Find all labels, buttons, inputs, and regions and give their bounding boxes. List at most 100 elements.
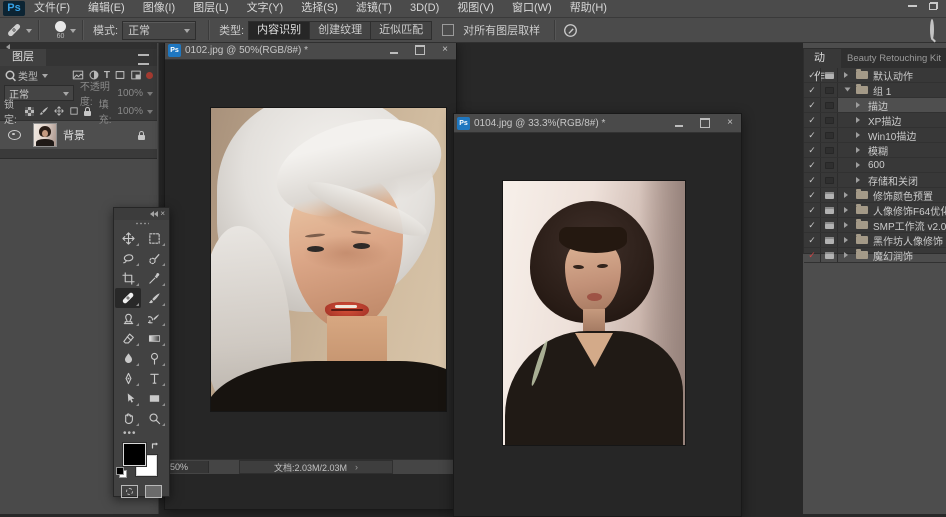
brush-tool-button[interactable]: [141, 288, 167, 308]
search-icon[interactable]: [930, 21, 934, 39]
filter-kind-label[interactable]: 类型: [18, 68, 38, 83]
lock-transparent-icon[interactable]: [25, 107, 34, 116]
expand-arrow-icon[interactable]: [844, 207, 851, 213]
expand-arrow-icon[interactable]: [844, 237, 851, 243]
collapse-panel-icon[interactable]: [147, 211, 154, 217]
tab-layers[interactable]: 图层: [0, 49, 46, 66]
filter-smart-object-icon[interactable]: [130, 69, 142, 81]
marquee-tool-button[interactable]: [141, 228, 167, 248]
doc1-minimize-icon[interactable]: [390, 52, 398, 54]
hand-tool-button[interactable]: [115, 408, 141, 428]
action-dialog-toggle[interactable]: [821, 218, 838, 232]
spot-healing-preset-icon[interactable]: [6, 22, 22, 38]
action-row-default-actions[interactable]: ✓ 默认动作: [804, 68, 946, 83]
tab-beauty-retouching-kit[interactable]: Beauty Retouching Kit: [841, 49, 946, 68]
foreground-color-swatch[interactable]: [123, 443, 146, 466]
action-dialog-toggle[interactable]: [821, 98, 838, 112]
screen-mode-button[interactable]: [145, 485, 162, 498]
expand-arrow-icon[interactable]: [844, 192, 851, 198]
path-selection-tool-button[interactable]: [115, 388, 141, 408]
expand-arrow-icon[interactable]: [856, 147, 863, 153]
action-row-stroke-selected[interactable]: ✓ 描边: [804, 98, 946, 113]
action-check[interactable]: ✓: [804, 188, 821, 202]
menu-filter[interactable]: 滤镜(T): [347, 0, 401, 17]
fill-value[interactable]: 100%: [117, 106, 143, 117]
proximity-match-button[interactable]: 近似匹配: [371, 21, 432, 40]
action-check[interactable]: ✓: [804, 98, 821, 112]
default-colors-icon[interactable]: [116, 467, 127, 478]
action-dialog-toggle[interactable]: [821, 68, 838, 82]
collapse-arrow-icon[interactable]: [845, 88, 851, 95]
drag-grip[interactable]: [114, 220, 169, 227]
menu-3d[interactable]: 3D(D): [401, 0, 448, 17]
clone-stamp-tool-button[interactable]: [115, 308, 141, 328]
menu-edit[interactable]: 编辑(E): [79, 0, 134, 17]
expand-arrow-icon[interactable]: [856, 117, 863, 123]
action-row-win10-stroke[interactable]: ✓ Win10描边: [804, 128, 946, 143]
doc2-minimize-icon[interactable]: [675, 125, 683, 127]
menu-layer[interactable]: 图层(L): [184, 0, 237, 17]
tools-panel-header[interactable]: ×: [114, 208, 169, 220]
doc1-title-bar[interactable]: Ps 0102.jpg @ 50%(RGB/8#) * ×: [165, 41, 456, 60]
action-check[interactable]: ✓: [804, 143, 821, 157]
mode-dropdown[interactable]: 正常: [122, 21, 196, 40]
filter-chevron-icon[interactable]: [42, 74, 48, 81]
action-row-group-1[interactable]: ✓ 组 1: [804, 83, 946, 98]
menu-file[interactable]: 文件(F): [25, 0, 79, 17]
layer-thumbnail[interactable]: [33, 123, 57, 147]
brush-picker-chevron-icon[interactable]: [70, 29, 76, 36]
menu-help[interactable]: 帮助(H): [561, 0, 616, 17]
expand-arrow-icon[interactable]: [844, 72, 851, 78]
swap-colors-icon[interactable]: [150, 441, 160, 451]
action-check[interactable]: ✓: [804, 248, 821, 262]
crop-tool-button[interactable]: [115, 268, 141, 288]
layer-name[interactable]: 背景: [63, 127, 85, 143]
tool-preset-chevron-icon[interactable]: [26, 29, 32, 36]
menu-window[interactable]: 窗口(W): [503, 0, 561, 17]
filter-toggle-icon[interactable]: [146, 72, 153, 79]
quick-mask-button[interactable]: [121, 485, 138, 498]
action-check[interactable]: ✓: [804, 158, 821, 172]
action-check[interactable]: ✓: [804, 113, 821, 127]
action-row-heizuofang-portrait[interactable]: ✓ 黑作坊人像修饰: [804, 233, 946, 248]
eyedropper-tool-button[interactable]: [141, 268, 167, 288]
app-restore-icon[interactable]: [929, 2, 938, 10]
doc1-info-arrow-icon[interactable]: ›: [355, 462, 358, 472]
action-row-smp-workflow[interactable]: ✓ SMP工作流 v2.0: [804, 218, 946, 233]
doc1-canvas-image[interactable]: [211, 108, 446, 411]
action-dialog-toggle[interactable]: [821, 248, 838, 262]
action-check[interactable]: ✓: [804, 218, 821, 232]
layer-row-background[interactable]: 背景: [0, 120, 157, 149]
lasso-tool-button[interactable]: [115, 248, 141, 268]
spot-healing-brush-tool-button[interactable]: [115, 288, 141, 308]
expand-arrow-icon[interactable]: [844, 222, 851, 228]
menu-image[interactable]: 图像(I): [134, 0, 184, 17]
action-row-retouch-color-presets[interactable]: ✓ 修饰颜色预置: [804, 188, 946, 203]
tab-actions[interactable]: 动作: [804, 49, 841, 68]
panel-menu-icon[interactable]: [138, 54, 149, 65]
action-row-blur[interactable]: ✓ 模糊: [804, 143, 946, 158]
shape-tool-button[interactable]: [141, 388, 167, 408]
action-row-save-and-close[interactable]: ✓ 存储和关闭: [804, 173, 946, 188]
doc1-zoom-field[interactable]: 50%: [165, 461, 209, 473]
move-tool-button[interactable]: [115, 228, 141, 248]
doc1-info-field[interactable]: 文档:2.03M/2.03M ›: [239, 460, 393, 474]
doc2-close-icon[interactable]: ×: [727, 118, 733, 128]
action-dialog-toggle[interactable]: [821, 173, 838, 187]
expand-arrow-icon[interactable]: [856, 162, 863, 168]
action-dialog-toggle[interactable]: [821, 233, 838, 247]
doc1-close-icon[interactable]: ×: [442, 45, 448, 55]
lock-artboard-icon[interactable]: [69, 106, 79, 116]
action-dialog-toggle[interactable]: [821, 158, 838, 172]
doc2-title-bar[interactable]: Ps 0104.jpg @ 33.3%(RGB/8#) * ×: [454, 114, 741, 133]
brush-preset-picker[interactable]: 60: [55, 21, 66, 40]
doc2-maximize-icon[interactable]: [700, 118, 710, 128]
close-panel-icon[interactable]: ×: [160, 210, 165, 218]
edit-toolbar-icon[interactable]: •••: [114, 428, 169, 438]
sample-all-layers-checkbox[interactable]: [442, 24, 454, 36]
eraser-tool-button[interactable]: [115, 328, 141, 348]
menu-select[interactable]: 选择(S): [292, 0, 347, 17]
opacity-value[interactable]: 100%: [117, 88, 143, 99]
action-check[interactable]: ✓: [804, 128, 821, 142]
action-dialog-toggle[interactable]: [821, 113, 838, 127]
